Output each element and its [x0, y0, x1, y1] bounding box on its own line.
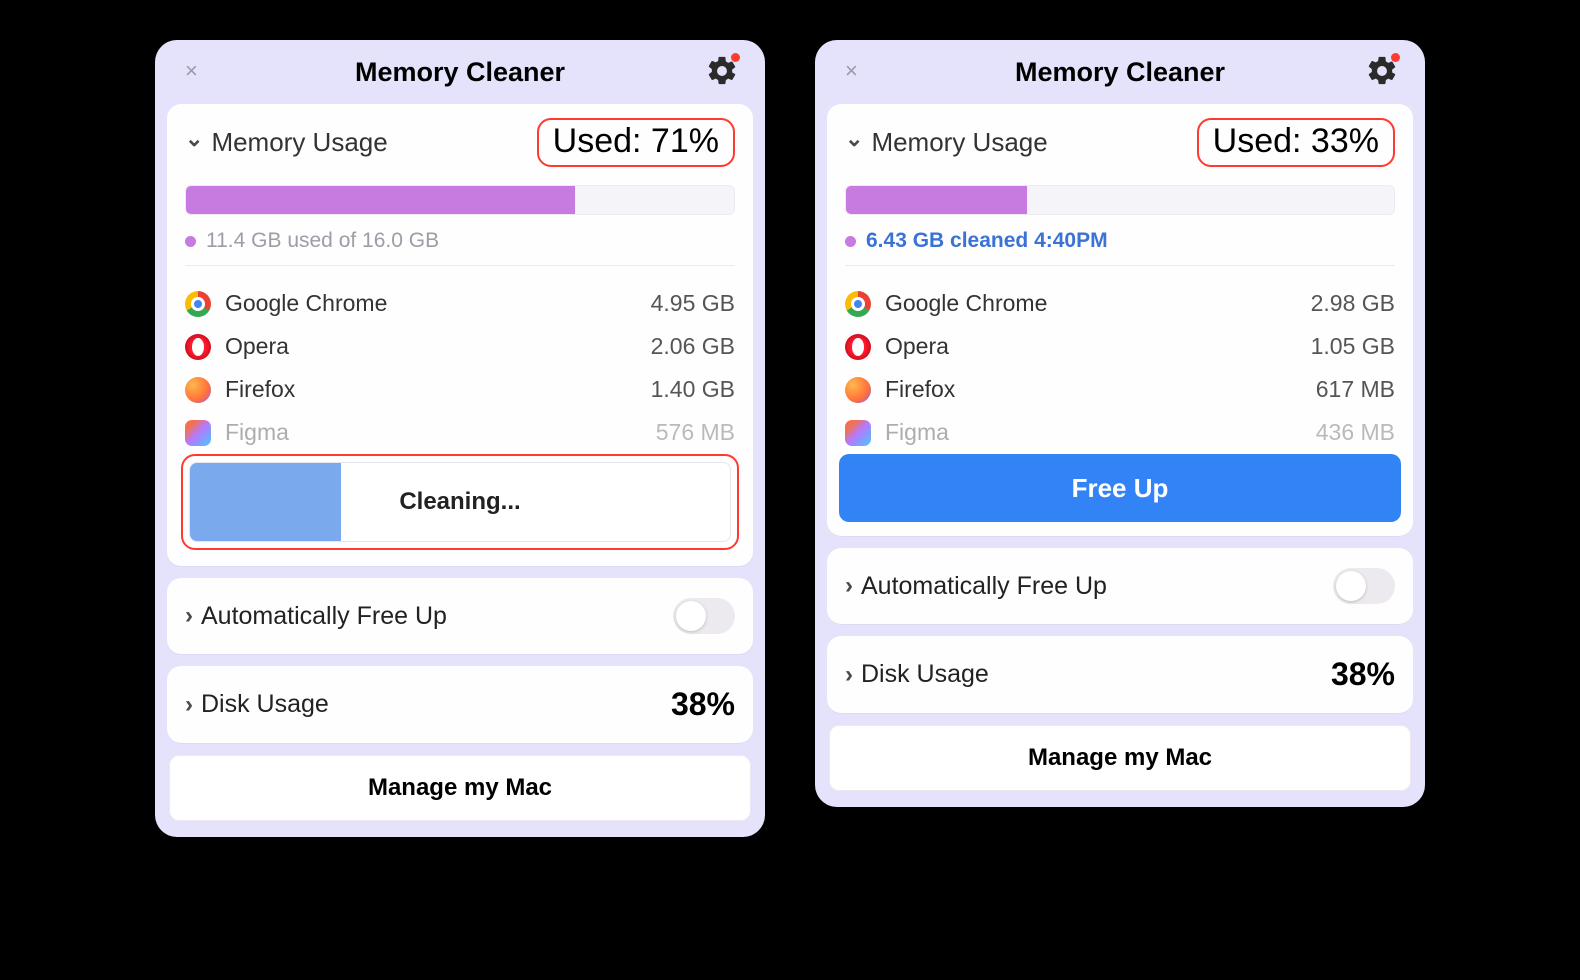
app-row[interactable]: Opera 1.05 GB: [845, 325, 1395, 368]
auto-free-up-card[interactable]: Automatically Free Up: [827, 548, 1413, 624]
manage-my-mac-button[interactable]: Manage my Mac: [169, 755, 751, 821]
app-list-right: Google Chrome 2.98 GB Opera 1.05 GB Firefox 6…: [827, 282, 1413, 454]
app-name: Opera: [225, 333, 637, 360]
cleaning-progress: Cleaning...: [189, 462, 731, 542]
app-list-left: Google Chrome 4.95 GB Opera 2.06 GB Firefox 1…: [167, 282, 753, 454]
memory-usage-card: Memory Usage Used: 33% 6.43 GB cleaned 4…: [827, 104, 1413, 536]
cleaning-highlight: Cleaning...: [181, 454, 739, 550]
panel-after: × Memory Cleaner Memory Usage Used: 33%: [815, 40, 1425, 807]
app-row[interactable]: Figma 436 MB: [845, 411, 1395, 454]
memory-used-highlight: Used: 71%: [537, 118, 735, 167]
memory-usage-fill: [186, 186, 575, 214]
chevron-right-icon: [185, 602, 193, 630]
disk-usage-card[interactable]: Disk Usage 38%: [167, 666, 753, 743]
app-row[interactable]: Firefox 617 MB: [845, 368, 1395, 411]
app-title: Memory Cleaner: [1015, 57, 1225, 88]
memory-section-title: Memory Usage: [211, 127, 387, 158]
chrome-icon: [845, 291, 871, 317]
app-size: 617 MB: [1316, 376, 1395, 403]
disk-usage-percent: 38%: [1331, 656, 1395, 693]
manage-my-mac-label: Manage my Mac: [368, 774, 552, 802]
manage-my-mac-button[interactable]: Manage my Mac: [829, 725, 1411, 791]
app-size: 1.40 GB: [651, 376, 735, 403]
app-size: 4.95 GB: [651, 290, 735, 317]
app-size: 2.98 GB: [1311, 290, 1395, 317]
auto-free-up-title: Automatically Free Up: [861, 572, 1107, 601]
memory-used-label: Used: 33%: [1213, 122, 1379, 160]
panel-before: × Memory Cleaner Memory Usage Used: 71%: [155, 40, 765, 837]
legend-dot-icon: [845, 236, 856, 247]
memory-status-text: 11.4 GB used of 16.0 GB: [206, 229, 439, 253]
app-name: Google Chrome: [885, 290, 1297, 317]
legend-dot-icon: [185, 236, 196, 247]
app-name: Figma: [885, 419, 1302, 446]
app-name: Opera: [885, 333, 1297, 360]
firefox-icon: [185, 377, 211, 403]
chevron-down-icon: [845, 130, 863, 156]
memory-usage-fill: [846, 186, 1027, 214]
chevron-right-icon: [845, 572, 853, 600]
chrome-icon: [185, 291, 211, 317]
opera-icon: [185, 334, 211, 360]
close-icon[interactable]: ×: [845, 60, 858, 82]
cleaning-label: Cleaning...: [399, 488, 520, 516]
cleaning-progress-fill: [190, 463, 341, 541]
auto-free-up-toggle[interactable]: [673, 598, 735, 634]
app-title: Memory Cleaner: [355, 57, 565, 88]
settings-button[interactable]: [705, 54, 739, 88]
opera-icon: [845, 334, 871, 360]
memory-status-row: 6.43 GB cleaned 4:40PM: [845, 229, 1395, 253]
app-name: Firefox: [885, 376, 1302, 403]
app-row[interactable]: Firefox 1.40 GB: [185, 368, 735, 411]
app-size: 2.06 GB: [651, 333, 735, 360]
memory-usage-bar: [185, 185, 735, 215]
app-name: Google Chrome: [225, 290, 637, 317]
notification-dot-icon: [731, 53, 740, 62]
divider: [845, 265, 1395, 266]
memory-usage-bar: [845, 185, 1395, 215]
memory-status-row: 11.4 GB used of 16.0 GB: [185, 229, 735, 253]
auto-free-up-card[interactable]: Automatically Free Up: [167, 578, 753, 654]
app-name: Firefox: [225, 376, 637, 403]
toggle-knob: [676, 601, 706, 631]
chevron-right-icon: [845, 661, 853, 689]
app-size: 576 MB: [656, 419, 735, 446]
app-row[interactable]: Google Chrome 4.95 GB: [185, 282, 735, 325]
close-icon[interactable]: ×: [185, 60, 198, 82]
free-up-button[interactable]: Free Up: [839, 454, 1401, 522]
auto-free-up-title: Automatically Free Up: [201, 602, 447, 631]
titlebar: × Memory Cleaner: [827, 40, 1413, 104]
memory-section-title: Memory Usage: [871, 127, 1047, 158]
titlebar: × Memory Cleaner: [167, 40, 753, 104]
app-name: Figma: [225, 419, 642, 446]
divider: [185, 265, 735, 266]
memory-section-header[interactable]: Memory Usage Used: 33%: [845, 118, 1395, 167]
app-size: 436 MB: [1316, 419, 1395, 446]
memory-used-highlight: Used: 33%: [1197, 118, 1395, 167]
memory-status-text: 6.43 GB cleaned 4:40PM: [866, 229, 1108, 253]
notification-dot-icon: [1391, 53, 1400, 62]
toggle-knob: [1336, 571, 1366, 601]
manage-my-mac-label: Manage my Mac: [1028, 744, 1212, 772]
disk-usage-title: Disk Usage: [201, 690, 329, 719]
app-row[interactable]: Google Chrome 2.98 GB: [845, 282, 1395, 325]
chevron-right-icon: [185, 691, 193, 719]
app-row[interactable]: Figma 576 MB: [185, 411, 735, 454]
firefox-icon: [845, 377, 871, 403]
figma-icon: [845, 420, 871, 446]
memory-section-header[interactable]: Memory Usage Used: 71%: [185, 118, 735, 167]
chevron-down-icon: [185, 130, 203, 156]
auto-free-up-toggle[interactable]: [1333, 568, 1395, 604]
memory-used-label: Used: 71%: [553, 122, 719, 160]
settings-button[interactable]: [1365, 54, 1399, 88]
free-up-label: Free Up: [1072, 473, 1169, 504]
app-size: 1.05 GB: [1311, 333, 1395, 360]
disk-usage-title: Disk Usage: [861, 660, 989, 689]
memory-usage-card: Memory Usage Used: 71% 11.4 GB used of 1…: [167, 104, 753, 566]
disk-usage-card[interactable]: Disk Usage 38%: [827, 636, 1413, 713]
disk-usage-percent: 38%: [671, 686, 735, 723]
figma-icon: [185, 420, 211, 446]
app-row[interactable]: Opera 2.06 GB: [185, 325, 735, 368]
